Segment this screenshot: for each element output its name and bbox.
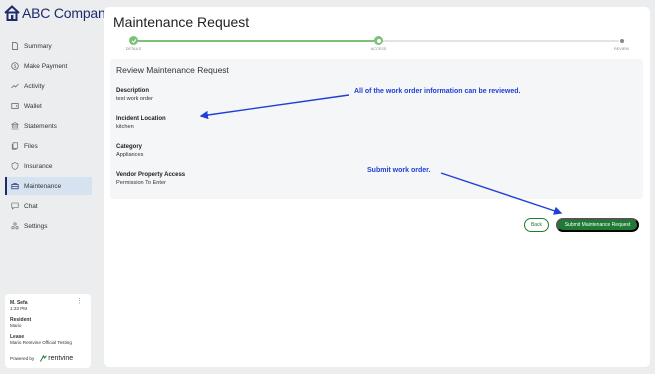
dollar-circle-icon: $ (11, 62, 19, 70)
step-access-dot[interactable] (374, 36, 383, 45)
user-card: M. Sefa 1:23 PM ⋮ Resident Mario Lease M… (5, 294, 91, 368)
sidebar-item-label: Files (24, 142, 38, 150)
category-label: Category (116, 144, 143, 150)
step-details-label: DETAILS (125, 47, 142, 51)
category-field: Category Appliances (116, 144, 143, 158)
description-field: Description test work order (116, 88, 153, 102)
sidebar-item-label: Maintenance (24, 182, 62, 190)
sidebar-item-label: Make Payment (24, 62, 68, 70)
sidebar-item-label: Summary (24, 42, 52, 50)
powered-by: Powered by rentvine (10, 355, 73, 362)
sidebar-item-label: Wallet (24, 102, 42, 110)
sidebar-nav: Summary $ Make Payment Activity Wallet S… (5, 37, 92, 237)
wallet-icon (11, 102, 19, 110)
upcoming-step-dot-icon (619, 38, 624, 43)
step-details-dot[interactable] (129, 36, 138, 45)
sidebar-item-chat[interactable]: Chat (5, 197, 92, 215)
submit-maintenance-request-button[interactable]: Submit Maintenance Request (556, 218, 639, 232)
category-value: Appliances (116, 152, 144, 158)
sidebar-item-wallet[interactable]: Wallet (5, 97, 92, 115)
toolbox-icon (11, 182, 19, 190)
review-title: Review Maintenance Request (116, 65, 229, 75)
sidebar-item-files[interactable]: Files (5, 137, 92, 155)
sidebar-item-make-payment[interactable]: $ Make Payment (5, 57, 92, 75)
stepper-line-complete (133, 40, 379, 42)
svg-text:$: $ (14, 64, 17, 70)
sidebar-item-maintenance[interactable]: Maintenance (5, 177, 92, 195)
annotation-review-note: All of the work order information can be… (354, 88, 521, 95)
sidebar: ABC Company Summary $ Make Payment Activ… (0, 0, 113, 374)
sidebar-item-activity[interactable]: Activity (5, 77, 92, 95)
rentvine-mark-icon (40, 355, 48, 362)
vendor-access-field: Vendor Property Access Permission To Ent… (116, 172, 185, 186)
current-step-dot-icon (376, 38, 381, 43)
house-logo-icon (4, 5, 20, 21)
bank-icon (11, 122, 19, 130)
sidebar-item-label: Activity (24, 82, 45, 90)
document-icon (11, 42, 19, 50)
rentvine-text: rentvine (48, 355, 74, 362)
shield-icon (11, 162, 19, 170)
sidebar-item-label: Insurance (24, 162, 53, 170)
progress-stepper: DETAILS ACCESS REVIEW (125, 36, 629, 56)
files-icon (11, 142, 19, 150)
company-logo[interactable]: ABC Company (4, 5, 113, 21)
logo-text: ABC Company (22, 5, 113, 21)
page-title: Maintenance Request (113, 14, 250, 30)
incident-location-label: Incident Location (116, 116, 166, 122)
annotation-submit-note: Submit work order. (367, 167, 431, 174)
sidebar-item-label: Settings (24, 222, 48, 230)
review-panel: Review Maintenance Request Description t… (110, 59, 643, 199)
lease-value: Mario Rentvine Official Testing (10, 340, 72, 345)
step-review-dot[interactable] (617, 36, 626, 45)
checkmark-icon (131, 38, 136, 43)
vendor-access-label: Vendor Property Access (116, 172, 186, 178)
sidebar-item-label: Statements (24, 122, 57, 130)
sidebar-item-summary[interactable]: Summary (5, 37, 92, 55)
powered-by-label: Powered by (10, 356, 35, 361)
incident-location-field: Incident Location kitchen (116, 116, 166, 130)
step-access-label: ACCESS (370, 47, 387, 51)
rentvine-logo: rentvine (40, 355, 73, 362)
resident-value: Mario (10, 323, 22, 328)
description-value: test work order (116, 96, 153, 102)
chat-icon (11, 202, 19, 210)
stepper-line-pending (379, 40, 619, 42)
user-time: 1:23 PM (10, 306, 28, 311)
main-panel: Maintenance Request DETAILS ACCESS REVIE… (104, 7, 650, 367)
settings-icon (11, 222, 19, 230)
more-options-icon[interactable]: ⋮ (76, 298, 83, 305)
trend-line-icon (11, 82, 19, 90)
back-button[interactable]: Back (524, 218, 549, 232)
vendor-access-value: Permission To Enter (116, 180, 166, 186)
sidebar-item-settings[interactable]: Settings (5, 217, 92, 235)
sidebar-item-label: Chat (24, 202, 38, 210)
description-label: Description (116, 88, 150, 94)
sidebar-item-insurance[interactable]: Insurance (5, 157, 92, 175)
incident-location-value: kitchen (116, 124, 134, 130)
step-review-label: REVIEW (614, 47, 629, 51)
sidebar-item-statements[interactable]: Statements (5, 117, 92, 135)
